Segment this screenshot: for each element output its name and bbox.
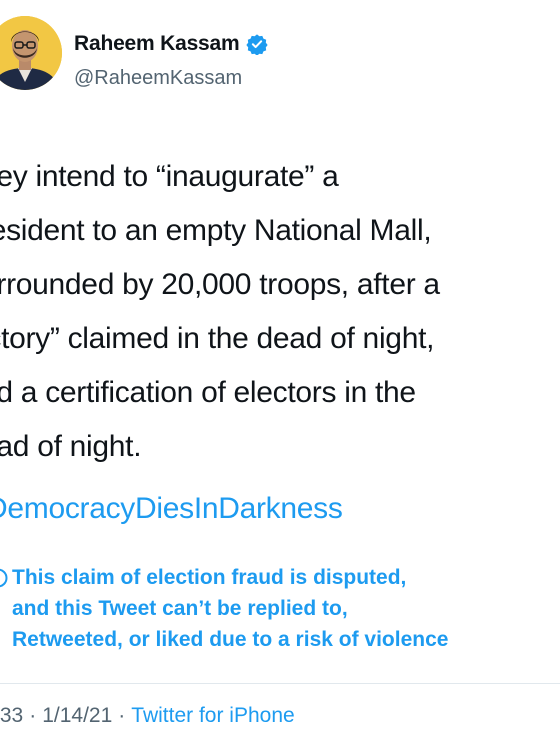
tweet-meta: :33·1/14/21·Twitter for iPhone <box>0 704 295 728</box>
tweet-source-link[interactable]: Twitter for iPhone <box>131 704 294 727</box>
avatar[interactable] <box>0 16 62 90</box>
author-handle[interactable]: @RaheemKassam <box>74 67 242 90</box>
notice-line[interactable]: This claim of election fraud is disputed… <box>12 562 448 593</box>
tweet-line: ead of night. <box>0 430 142 463</box>
alert-icon <box>0 568 8 588</box>
tweet-line: urrounded by 20,000 troops, after a <box>0 268 440 301</box>
tweet-time[interactable]: :33 <box>0 704 23 727</box>
tweet-text: hey intend to “inaugurate” a resident to… <box>0 150 560 474</box>
notice-text[interactable]: This claim of election fraud is disputed… <box>12 562 448 655</box>
meta-separator: · <box>118 704 126 727</box>
tweet-line: resident to an empty National Mall, <box>0 214 432 247</box>
author-name-row[interactable]: Raheem Kassam <box>74 32 268 56</box>
tweet-line: nd a certification of electors in the <box>0 376 416 409</box>
hashtag-link[interactable]: DemocracyDiesInDarkness <box>0 486 343 532</box>
tweet-line: ictory” claimed in the dead of night, <box>0 322 435 355</box>
notice-line[interactable]: Retweeted, or liked due to a risk of vio… <box>12 624 448 655</box>
tweet-date[interactable]: 1/14/21 <box>42 704 112 727</box>
verified-badge-icon <box>245 33 268 56</box>
tweet-line: hey intend to “inaugurate” a <box>0 160 339 193</box>
author-display-name[interactable]: Raheem Kassam <box>74 32 240 56</box>
notice-line[interactable]: and this Tweet can’t be replied to, <box>12 593 448 624</box>
tweet-page: Raheem Kassam @RaheemKassam hey intend t… <box>0 0 560 747</box>
meta-separator: · <box>29 704 37 727</box>
divider <box>0 683 560 684</box>
profile-photo-icon <box>0 16 62 90</box>
